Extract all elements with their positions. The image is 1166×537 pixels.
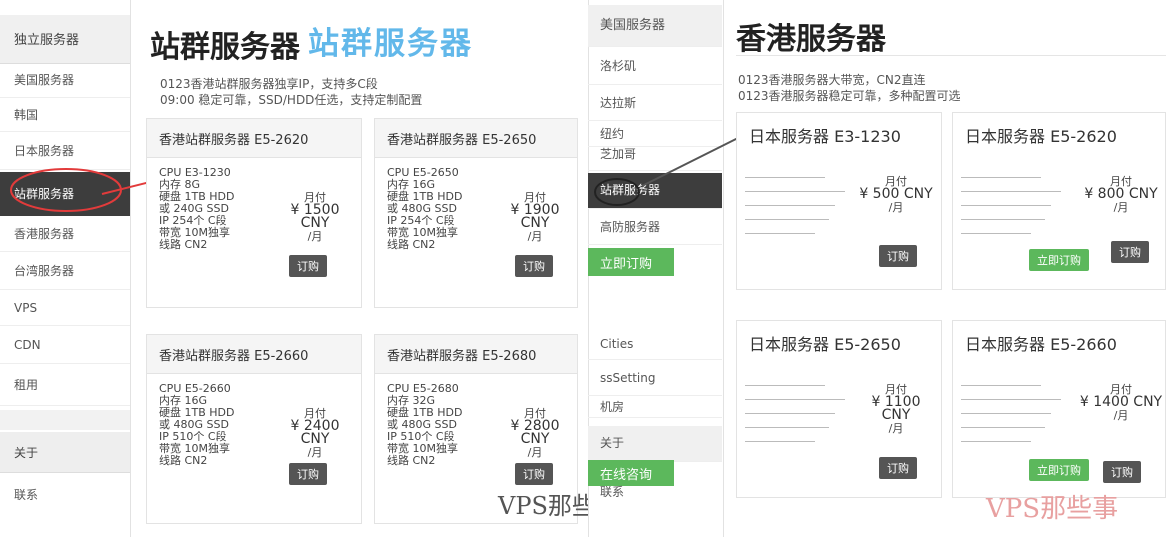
subtitle-right: 0123香港服务器大带宽，CN2直连 0123香港服务器稳定可靠，多种配置可选 — [738, 73, 961, 103]
product-name: 日本服务器 E3-1230 — [749, 127, 901, 146]
sidebar-section2-label: 关于 — [14, 446, 39, 460]
banner-title: 站群服务器 — [308, 26, 473, 62]
sidebar-divider — [0, 410, 130, 430]
sidebar-item-taiwan[interactable]: 台湾服务器 — [0, 254, 130, 290]
middle-nav-item-datacenter[interactable]: 机房 — [588, 398, 722, 418]
order-now-button[interactable]: 立即订购 — [1029, 249, 1089, 271]
order-now-button[interactable]: 立即订购 — [1029, 459, 1089, 481]
subtitle-left: 0123香港站群服务器独享IP，支持多C段 09:00 稳定可靠，SSD/HDD… — [160, 77, 423, 107]
order-now-button[interactable]: 立即订购 — [588, 248, 674, 276]
sidebar-item-us[interactable]: 美国服务器 — [0, 64, 130, 98]
product-price: 月付 ¥ 500 CNY /月 — [859, 175, 933, 214]
buy-button[interactable]: 订购 — [879, 245, 917, 267]
buy-button[interactable]: 订购 — [289, 255, 327, 277]
product-specs: CPU E5-2650 内存 16G 硬盘 1TB HDD 或 480G SSD… — [387, 166, 463, 251]
middle-nav-item-setting[interactable]: ssSetting — [588, 362, 722, 396]
product-name: 香港站群服务器 E5-2680 — [387, 349, 537, 364]
highlight-circle-icon — [594, 178, 640, 206]
sidebar-item-contact[interactable]: 联系 — [0, 480, 130, 510]
sidebar-section2-header[interactable]: 关于 — [0, 432, 130, 473]
buy-button[interactable]: 订购 — [1103, 461, 1141, 483]
title-divider — [736, 55, 1166, 56]
middle-nav-item-contact[interactable]: 联系 — [588, 482, 722, 502]
middle-nav-item-dallas[interactable]: 达拉斯 — [588, 87, 722, 121]
sidebar-header[interactable]: 独立服务器 — [0, 15, 130, 64]
buy-button[interactable]: 订购 — [515, 463, 553, 485]
product-name: 香港站群服务器 E5-2620 — [159, 133, 309, 148]
sidebar-item-hongkong[interactable]: 香港服务器 — [0, 218, 130, 252]
sidebar-item-vps[interactable]: VPS — [0, 292, 130, 326]
product-specs: CPU E5-2660 内存 16G 硬盘 1TB HDD 或 480G SSD… — [159, 382, 235, 467]
product-card: 香港站群服务器 E5-2620 CPU E3-1230 内存 8G 硬盘 1TB… — [146, 118, 362, 308]
buy-button[interactable]: 订购 — [289, 463, 327, 485]
product-price: 月付 ¥ 1900 CNY /月 — [510, 191, 560, 243]
product-price: 月付 ¥ 2400 CNY /月 — [290, 407, 340, 459]
product-name: 香港站群服务器 E5-2650 — [387, 133, 537, 148]
product-name: 日本服务器 E5-2660 — [965, 335, 1117, 354]
product-card: 日本服务器 E5-2660 月付 ¥ 1400 CNY /月 立即订购 订购 — [952, 320, 1166, 498]
product-price: 月付 ¥ 1100 CNY /月 — [871, 383, 921, 435]
sidebar-item-rent[interactable]: 租用 — [0, 366, 130, 406]
product-price: 月付 ¥ 1500 CNY /月 — [290, 191, 340, 243]
middle-nav-section3-header[interactable]: 关于 — [588, 426, 722, 462]
buy-button[interactable]: 订购 — [515, 255, 553, 277]
product-name: 日本服务器 E5-2620 — [965, 127, 1117, 146]
page-title-left: 站群服务器 — [150, 30, 300, 65]
product-card: 香港站群服务器 E5-2660 CPU E5-2660 内存 16G 硬盘 1T… — [146, 334, 362, 524]
product-price: 月付 ¥ 1400 CNY /月 — [1079, 383, 1163, 422]
product-specs: CPU E5-2680 内存 32G 硬盘 1TB HDD 或 480G SSD… — [387, 382, 463, 467]
middle-nav-item-la[interactable]: 洛杉矶 — [588, 49, 722, 85]
product-price: 月付 ¥ 800 CNY /月 — [1084, 175, 1158, 214]
product-price: 月付 ¥ 2800 CNY /月 — [510, 407, 560, 459]
product-name: 日本服务器 E5-2650 — [749, 335, 901, 354]
product-card: 日本服务器 E3-1230 月付 ¥ 500 CNY /月 订购 — [736, 112, 942, 290]
page-title-right: 香港服务器 — [736, 22, 886, 57]
product-card: 香港站群服务器 E5-2650 CPU E5-2650 内存 16G 硬盘 1T… — [374, 118, 578, 308]
buy-button[interactable]: 订购 — [879, 457, 917, 479]
product-card: 日本服务器 E5-2650 月付 ¥ 1100 CNY /月 订购 — [736, 320, 942, 498]
middle-nav-header[interactable]: 美国服务器 — [588, 5, 722, 47]
sidebar-item-cdn[interactable]: CDN — [0, 328, 130, 364]
product-card: 日本服务器 E5-2620 月付 ¥ 800 CNY /月 立即订购 订购 — [952, 112, 1166, 290]
watermark-text: VPS那些事 — [986, 494, 1119, 524]
middle-nav-item-cities[interactable]: Cities — [588, 330, 722, 360]
middle-nav-item-ddos[interactable]: 高防服务器 — [588, 211, 722, 245]
product-name: 香港站群服务器 E5-2660 — [159, 349, 309, 364]
product-specs: CPU E3-1230 内存 8G 硬盘 1TB HDD 或 240G SSD … — [159, 166, 235, 251]
buy-button[interactable]: 订购 — [1111, 241, 1149, 263]
sidebar-header-label: 独立服务器 — [14, 33, 80, 48]
